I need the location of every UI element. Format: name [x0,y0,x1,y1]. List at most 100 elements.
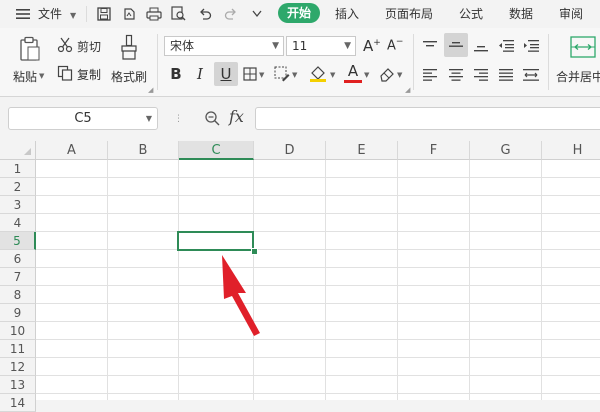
decrease-indent-icon[interactable] [497,37,515,55]
copy-button[interactable]: 复制 [77,66,101,83]
grid-line [36,357,600,358]
paste-icon[interactable] [18,36,42,62]
clipboard-group-launcher-icon[interactable]: ◢ [148,86,153,94]
column-header-h[interactable]: H [542,141,600,160]
merge-center-icon[interactable] [570,36,596,58]
distributed-align-icon[interactable] [522,66,540,84]
row-header-3[interactable]: 3 [0,196,36,214]
cut-button[interactable]: 剪切 [77,38,101,55]
font-color-chevron-icon[interactable]: ▼ [364,71,369,79]
increase-indent-icon[interactable] [522,37,540,55]
name-box[interactable]: C5 ▼ [8,107,158,130]
print-preview-icon[interactable] [170,5,188,23]
column-header-a[interactable]: A [36,141,108,160]
decrease-font-size-icon[interactable]: A− [387,37,403,53]
export-icon[interactable] [120,5,138,23]
font-group-launcher-icon[interactable]: ◢ [405,86,410,94]
row-header-7[interactable]: 7 [0,268,36,286]
ribbon-home: 粘贴 ▼ 剪切 复制 格式刷 ◢ 宋体 ▼ 11 ▼ A+ A− B I U ▼… [0,28,600,97]
underline-icon[interactable]: U [214,62,238,86]
row-header-13[interactable]: 13 [0,376,36,394]
menu-separator [86,6,87,22]
file-menu-chevron-icon[interactable]: ▼ [70,11,76,20]
merge-center-button[interactable]: 合并居中 [556,68,600,85]
row-header-8[interactable]: 8 [0,286,36,304]
align-middle-icon[interactable] [444,33,468,57]
row-header-6[interactable]: 6 [0,250,36,268]
formula-bar-drag-handle[interactable]: ⋮ [174,114,183,124]
tab-home[interactable]: 开始 [278,3,320,23]
row-header-5[interactable]: 5 [0,232,36,250]
formula-input[interactable] [255,107,600,130]
font-name-dropdown[interactable]: 宋体 ▼ [164,36,284,56]
column-header-e[interactable]: E [326,141,398,160]
paste-chevron-icon[interactable]: ▼ [39,72,44,80]
column-header-g[interactable]: G [470,141,542,160]
grid-line [107,160,108,400]
borders-chevron-icon[interactable]: ▼ [259,71,264,79]
scissors-icon[interactable] [56,36,74,54]
bold-icon[interactable]: B [166,64,186,84]
redo-icon[interactable] [222,5,240,23]
borders-icon[interactable] [241,65,259,83]
row-header-14[interactable]: 14 [0,394,36,412]
tab-insert[interactable]: 插入 [335,0,359,28]
align-top-icon[interactable] [421,37,439,55]
grid-line [36,213,600,214]
row-header-4[interactable]: 4 [0,214,36,232]
row-header-12[interactable]: 12 [0,358,36,376]
font-size-dropdown[interactable]: 11 ▼ [286,36,356,56]
font-color-icon[interactable]: A [344,62,362,84]
print-icon[interactable] [145,5,163,23]
zoom-search-icon[interactable] [203,109,221,127]
column-header-c[interactable]: C [179,141,254,160]
name-box-chevron-icon[interactable]: ▼ [146,108,152,129]
column-header-d[interactable]: D [254,141,326,160]
file-menu[interactable]: 文件 [38,0,62,28]
eraser-icon[interactable] [378,65,396,83]
active-cell-c5[interactable] [177,231,254,251]
copy-icon[interactable] [56,64,74,82]
grid-line [36,177,600,178]
select-all-corner[interactable] [0,141,36,160]
grid-line [36,321,600,322]
row-header-9[interactable]: 9 [0,304,36,322]
fx-function-icon[interactable]: fx [229,107,244,126]
align-center-icon[interactable] [447,66,465,84]
tab-review[interactable]: 审阅 [559,0,583,28]
fill-color-chevron-icon[interactable]: ▼ [330,71,335,79]
ribbon-separator [548,34,549,90]
align-left-icon[interactable] [421,66,439,84]
tab-page-layout[interactable]: 页面布局 [385,0,433,28]
font-size-value: 11 [292,39,308,53]
format-painter-icon[interactable] [118,34,140,62]
quick-access-chevron-icon[interactable] [248,5,266,23]
cell-style-icon[interactable] [273,65,291,83]
grid-line [36,393,600,394]
eraser-chevron-icon[interactable]: ▼ [397,71,402,79]
ribbon-separator [413,34,414,90]
column-header-b[interactable]: B [108,141,179,160]
paste-button[interactable]: 粘贴 [13,68,37,85]
tab-formulas[interactable]: 公式 [459,0,483,28]
align-bottom-icon[interactable] [472,37,490,55]
row-header-11[interactable]: 11 [0,340,36,358]
grid-line [36,285,600,286]
format-painter-button[interactable]: 格式刷 [111,68,147,85]
italic-icon[interactable]: I [190,64,210,84]
column-header-f[interactable]: F [398,141,470,160]
grid-line [469,160,470,400]
fill-color-icon[interactable] [309,64,327,82]
tab-data[interactable]: 数据 [509,0,533,28]
hamburger-menu-icon[interactable] [14,5,32,23]
undo-icon[interactable] [196,5,214,23]
increase-font-size-icon[interactable]: A+ [363,37,381,55]
align-right-icon[interactable] [472,66,490,84]
row-header-1[interactable]: 1 [0,160,36,178]
justify-icon[interactable] [497,66,515,84]
font-name-chevron-icon: ▼ [272,41,279,51]
save-icon[interactable] [95,5,113,23]
row-header-10[interactable]: 10 [0,322,36,340]
row-header-2[interactable]: 2 [0,178,36,196]
cell-style-chevron-icon[interactable]: ▼ [292,71,297,79]
